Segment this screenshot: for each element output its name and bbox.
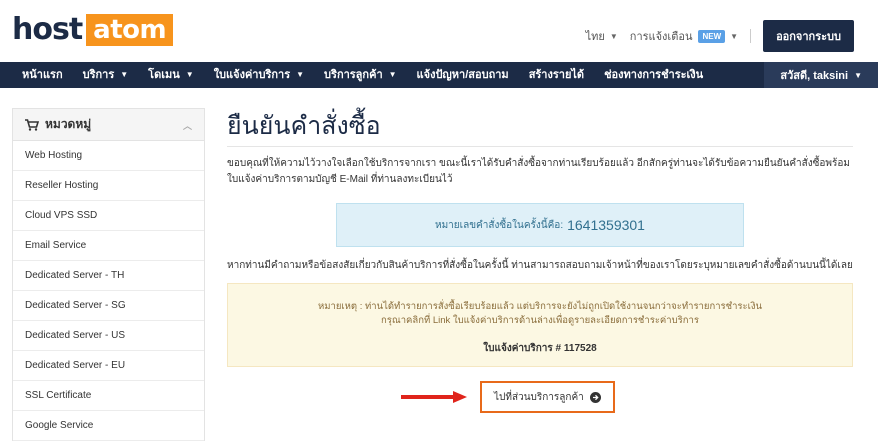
chevron-down-icon: ▼ xyxy=(388,70,397,79)
chevron-down-icon: ▼ xyxy=(854,70,862,80)
new-badge: NEW xyxy=(698,29,726,43)
nav-label: โดเมน xyxy=(148,69,180,81)
nav-label: บริการ xyxy=(82,69,115,81)
arrow-right-icon xyxy=(401,391,467,403)
sidebar-item-web-hosting[interactable]: Web Hosting xyxy=(13,141,204,171)
logout-button[interactable]: ออกจากระบบ xyxy=(763,20,854,52)
invoice-link[interactable]: ใบแจ้งค่าบริการ # 117528 xyxy=(228,342,852,356)
language-label: ไทย xyxy=(585,31,605,43)
order-number-box: หมายเลขคำสั่งซื้อในครั้งนี้คือ: 16413593… xyxy=(336,203,744,247)
sidebar-item-dedicated-th[interactable]: Dedicated Server - TH xyxy=(13,261,204,291)
main-content: ยืนยันคำสั่งซื้อ ขอบคุณที่ให้ความไว้วางใ… xyxy=(227,108,853,419)
nav-label: แจ้งปัญหา/สอบถาม xyxy=(416,69,509,81)
nav-item-support[interactable]: แจ้งปัญหา/สอบถาม xyxy=(407,62,519,88)
hostatom-logo[interactable]: host atom xyxy=(12,12,174,47)
sidebar-item-cloud-vps[interactable]: Cloud VPS SSD xyxy=(13,201,204,231)
site-header: host atom ไทย ▼ การแจ้งเตือน NEW ▼ ออกจา… xyxy=(0,0,878,62)
nav-label: ใบแจ้งค่าบริการ xyxy=(213,69,291,81)
sidebar-title: หมวดหมู่ xyxy=(45,117,92,131)
sidebar-item-email-service[interactable]: Email Service xyxy=(13,231,204,261)
sidebar-item-dedicated-sg[interactable]: Dedicated Server - SG xyxy=(13,291,204,321)
cta-area: ไปที่ส่วนบริการลูกค้า xyxy=(227,381,853,419)
sidebar-header[interactable]: หมวดหมู่ ︿ xyxy=(13,109,204,141)
nav-item-affiliate[interactable]: สร้างรายได้ xyxy=(519,62,594,88)
nav-item-customer-service[interactable]: บริการลูกค้า ▼ xyxy=(314,62,407,88)
main-nav: หน้าแรก บริการ ▼ โดเมน ▼ ใบแจ้งค่าบริการ ▼ … xyxy=(0,62,878,88)
chevron-down-icon: ▼ xyxy=(296,70,305,79)
nav-item-payment-methods[interactable]: ช่องทางการชำระเงิน xyxy=(594,62,713,88)
divider xyxy=(227,146,853,147)
logo-host-text: host xyxy=(12,12,83,47)
thank-you-text: ขอบคุณที่ให้ความไว้วางใจเลือกใช้บริการจา… xyxy=(227,158,850,185)
nav-label: ช่องทางการชำระเงิน xyxy=(604,69,704,81)
sidebar-item-google-service[interactable]: Google Service xyxy=(13,411,204,441)
nav-item-invoices[interactable]: ใบแจ้งค่าบริการ ▼ xyxy=(204,62,314,88)
circle-arrow-right-icon xyxy=(589,391,601,403)
sidebar-item-reseller-hosting[interactable]: Reseller Hosting xyxy=(13,171,204,201)
payment-notice: หมายเหตุ : ท่านได้ทำรายการสั่งซื้อเรียบร… xyxy=(227,283,853,367)
sidebar-item-ssl[interactable]: SSL Certificate xyxy=(13,381,204,411)
sidebar-item-dedicated-us[interactable]: Dedicated Server - US xyxy=(13,321,204,351)
notice-line-1: หมายเหตุ : ท่านได้ทำรายการสั่งซื้อเรียบร… xyxy=(317,301,763,312)
category-sidebar: หมวดหมู่ ︿ Web Hosting Reseller Hosting … xyxy=(12,108,205,441)
nav-item-domains[interactable]: โดเมน ▼ xyxy=(138,62,204,88)
nav-label: หน้าแรก xyxy=(22,69,63,81)
language-dropdown[interactable]: ไทย ▼ xyxy=(586,27,618,45)
chevron-down-icon: ▼ xyxy=(609,31,618,41)
customer-area-button[interactable]: ไปที่ส่วนบริการลูกค้า xyxy=(480,381,615,413)
nav-item-home[interactable]: หน้าแรก xyxy=(0,62,73,88)
user-menu[interactable]: สวัสดี, taksini ▼ xyxy=(764,62,878,88)
chevron-up-icon[interactable]: ︿ xyxy=(183,119,192,132)
nav-item-services[interactable]: บริการ ▼ xyxy=(73,62,139,88)
chevron-down-icon: ▼ xyxy=(120,70,129,79)
top-links: ไทย ▼ การแจ้งเตือน NEW ▼ ออกจากระบบ xyxy=(586,20,854,52)
cart-icon xyxy=(25,118,39,131)
user-greeting: สวัสดี, taksini xyxy=(780,70,849,82)
order-number: 1641359301 xyxy=(567,217,645,233)
chevron-down-icon: ▼ xyxy=(730,31,739,41)
notifications-dropdown[interactable]: การแจ้งเตือน NEW ▼ xyxy=(630,27,738,45)
nav-label: บริการลูกค้า xyxy=(324,69,383,81)
logo-atom-text: atom xyxy=(86,14,174,46)
page-title: ยืนยันคำสั่งซื้อ xyxy=(227,111,381,140)
divider xyxy=(750,29,752,43)
notice-line-2: กรุณาคลิกที่ Link ใบแจ้งค่าบริการด้านล่า… xyxy=(381,315,699,326)
sidebar-item-dedicated-eu[interactable]: Dedicated Server - EU xyxy=(13,351,204,381)
question-text: หากท่านมีคำถามหรือข้อสงสัยเกี่ยวกับสินค้… xyxy=(227,260,853,271)
customer-area-label: ไปที่ส่วนบริการลูกค้า xyxy=(494,391,584,403)
order-number-label: หมายเลขคำสั่งซื้อในครั้งนี้คือ: xyxy=(435,219,564,231)
notifications-label: การแจ้งเตือน xyxy=(629,31,693,43)
nav-label: สร้างรายได้ xyxy=(528,69,585,81)
chevron-down-icon: ▼ xyxy=(185,70,194,79)
